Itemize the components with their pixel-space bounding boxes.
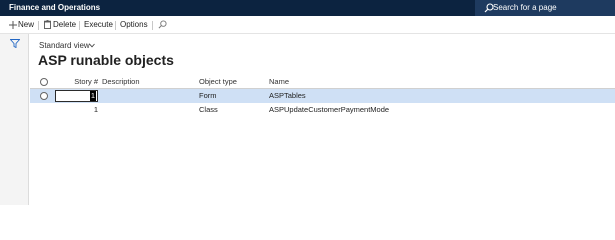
new-label: New: [18, 20, 35, 29]
select-all-radio[interactable]: [40, 78, 48, 86]
toolbar-separator: [115, 21, 116, 30]
app-title[interactable]: Finance and Operations: [9, 2, 100, 14]
toolbar-search-button[interactable]: [157, 19, 169, 31]
toolbar-separator: [38, 21, 39, 30]
object-type-cell[interactable]: Class: [199, 103, 218, 117]
toolbar-separator: [152, 21, 153, 30]
column-header-name[interactable]: Name: [269, 75, 289, 89]
row-select-radio[interactable]: [40, 92, 48, 100]
view-label: Standard view: [39, 41, 90, 50]
add-icon: [9, 21, 17, 29]
search-label: Search for a page: [493, 3, 557, 12]
left-rail: [0, 34, 29, 205]
name-cell[interactable]: ASPTables: [269, 89, 306, 103]
search-box[interactable]: Search for a page: [475, 0, 615, 16]
options-button[interactable]: Options: [120, 19, 148, 31]
story-value: 1: [89, 91, 96, 101]
execute-button[interactable]: Execute: [84, 19, 113, 31]
table-row[interactable]: 1 Form ASPTables: [30, 89, 615, 103]
view-selector[interactable]: Standard view: [39, 41, 95, 51]
toolbar-search-icon: [158, 20, 167, 29]
object-type-cell[interactable]: Form: [199, 89, 217, 103]
action-pane: New Delete Execute Options: [0, 16, 615, 34]
column-header-description[interactable]: Description: [102, 75, 140, 89]
main-content: Standard view ASP runable objects Story …: [30, 34, 615, 205]
toolbar-separator: [79, 21, 80, 30]
story-cell[interactable]: 1: [58, 103, 98, 117]
delete-button[interactable]: Delete: [44, 19, 76, 31]
delete-label: Delete: [53, 20, 77, 29]
chevron-down-icon: [89, 43, 95, 48]
story-input[interactable]: 1: [55, 90, 98, 102]
column-header-object-type[interactable]: Object type: [199, 75, 237, 89]
top-bar: Finance and Operations Search for a page: [0, 0, 615, 16]
filter-icon[interactable]: [10, 39, 20, 48]
page-title: ASP runable objects: [38, 52, 174, 68]
column-header-story[interactable]: Story #: [58, 75, 98, 89]
grid-header: Story # Description Object type Name: [30, 75, 615, 89]
name-cell[interactable]: ASPUpdateCustomerPaymentMode: [269, 103, 389, 117]
table-row[interactable]: 1 Class ASPUpdateCustomerPaymentMode: [30, 103, 615, 117]
delete-icon: [44, 20, 51, 29]
